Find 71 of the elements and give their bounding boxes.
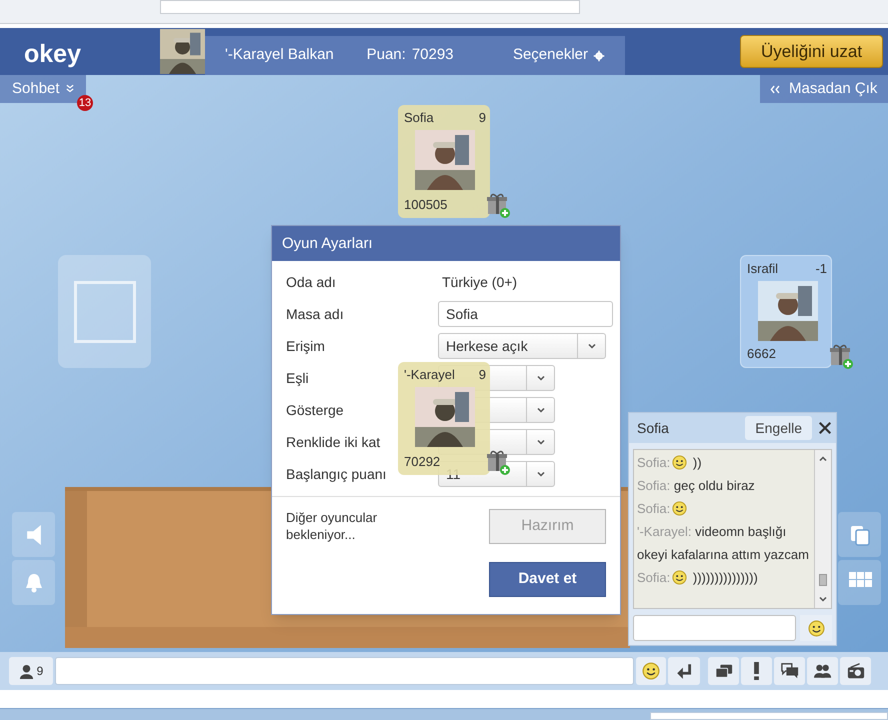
online-users-button[interactable]: 9: [9, 657, 53, 685]
chat-bubbles-icon: [780, 662, 798, 680]
player-score: 6662: [747, 344, 776, 362]
scrollbar[interactable]: [814, 450, 831, 608]
field-label: Masa adı: [286, 306, 344, 322]
copy-button[interactable]: [838, 512, 881, 557]
score-value: 70293: [412, 45, 455, 66]
field-label: Oda adı: [286, 274, 336, 290]
chat-message: '-Karayel: videomn başlığı okeyi kafalarına attım yazcam: [637, 523, 810, 564]
notification-badge: 13: [77, 95, 93, 111]
scrollbar-thumb[interactable]: [819, 574, 827, 586]
lower-field[interactable]: [650, 712, 888, 720]
player-level: 9: [478, 109, 486, 127]
send-button[interactable]: [668, 657, 700, 685]
address-field[interactable]: [160, 0, 580, 14]
media-player-button[interactable]: [840, 657, 871, 685]
extend-membership-button[interactable]: Üyeliğini uzat: [740, 35, 883, 68]
field-label: Renklide iki kat: [286, 434, 380, 450]
field-label: Erişim: [286, 338, 325, 354]
field-label: Gösterge: [286, 402, 344, 418]
gift-icon[interactable]: [486, 193, 512, 219]
gift-icon[interactable]: [829, 344, 855, 370]
gift-icon[interactable]: [486, 450, 512, 476]
invite-button[interactable]: Davet et: [489, 562, 606, 597]
smiley-icon: [808, 620, 824, 636]
chat-message: Sofia: ))))))))))))))): [637, 569, 759, 587]
gear-icon: [593, 50, 605, 62]
friends-button[interactable]: [807, 657, 838, 685]
player-name: '-Karayel: [404, 366, 455, 384]
player-score: 70292: [404, 452, 440, 470]
messages-button[interactable]: [774, 657, 805, 685]
dialog-title: Oyun Ayarları: [272, 226, 620, 261]
player-name: '-Karayel Balkan: [225, 45, 335, 66]
player-level: 9: [478, 366, 486, 384]
field-value: Türkiye (0+): [442, 272, 518, 292]
emoji-button[interactable]: [800, 615, 832, 641]
windows-button[interactable]: [708, 657, 739, 685]
boombox-icon: [846, 662, 864, 680]
options-button[interactable]: Seçenekler: [512, 44, 605, 67]
status-text: Diğer oyuncular bekleniyor...: [286, 509, 378, 544]
player-name: Israfil: [747, 260, 778, 278]
double-chevron-down-icon: [64, 83, 75, 95]
close-icon[interactable]: [818, 421, 832, 435]
windows-icon: [714, 662, 732, 680]
person-icon: [18, 664, 34, 678]
table-name-field[interactable]: Sofia: [438, 301, 613, 327]
emoji-button[interactable]: [636, 657, 666, 685]
exclamation-icon: [754, 662, 759, 680]
field-label: Başlangıç puanı: [286, 466, 386, 482]
chat-message: Sofia: )): [637, 454, 703, 472]
chat-input-field[interactable]: [633, 615, 796, 641]
chat-title: Sofia: [637, 418, 670, 438]
enter-icon: [675, 662, 693, 680]
speaker-icon: [26, 524, 40, 544]
score-label: Puan:: [366, 45, 406, 66]
dropdown[interactable]: Herkese açık: [438, 333, 606, 359]
chat-message: Sofia: geç oldu biraz: [637, 477, 756, 495]
player-level: -1: [815, 260, 827, 278]
people-icon: [814, 662, 832, 680]
leave-table-button[interactable]: Masadan Çık: [760, 75, 888, 103]
double-chevron-left-icon: [770, 84, 781, 94]
message-input-field[interactable]: [55, 657, 634, 685]
field-label: Eşli: [286, 370, 309, 386]
player-name: Sofia: [404, 109, 434, 127]
player-score: 100505: [404, 196, 448, 214]
block-button[interactable]: Engelle: [745, 416, 812, 440]
smiley-icon: [642, 662, 660, 680]
alert-button[interactable]: [741, 657, 772, 685]
chat-message: Sofia:: [637, 497, 811, 520]
logo: okey: [24, 39, 81, 70]
online-count: 9: [36, 663, 44, 680]
